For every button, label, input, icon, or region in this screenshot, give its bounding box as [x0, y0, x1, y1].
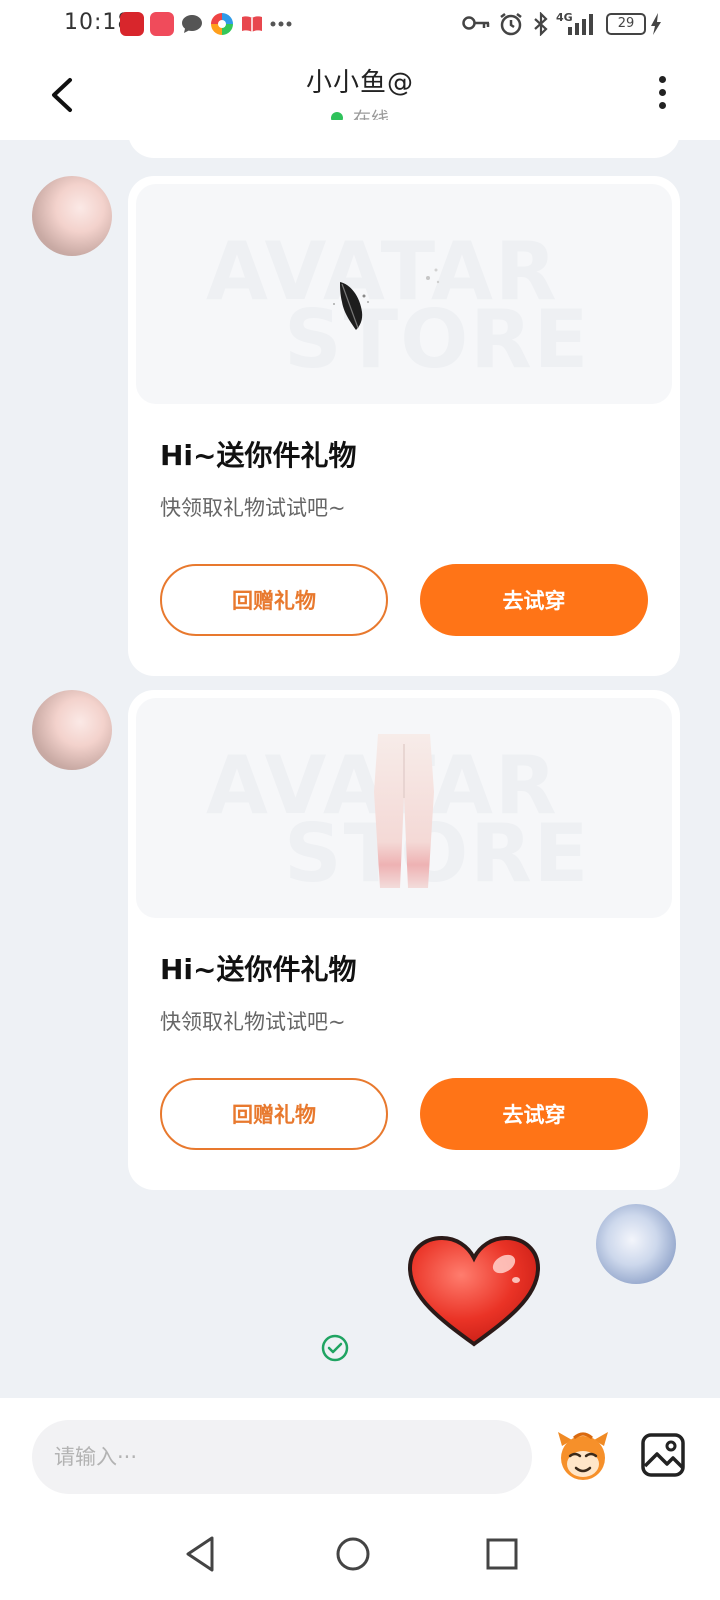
more-dots-icon	[270, 21, 292, 27]
return-gift-button[interactable]: 回赠礼物	[160, 1078, 388, 1150]
bluetooth-icon	[534, 12, 548, 36]
contact-avatar[interactable]	[32, 690, 112, 770]
heart-sticker-message[interactable]	[404, 1232, 544, 1352]
status-bar: 10:18 4G 29	[0, 0, 720, 48]
app-icon-2	[150, 12, 174, 36]
message-input[interactable]	[32, 1420, 532, 1494]
book-icon	[242, 16, 262, 32]
contact-avatar[interactable]	[32, 176, 112, 256]
triangle-back-icon	[186, 1536, 214, 1572]
nav-back-button[interactable]	[180, 1532, 224, 1576]
app-icon-1	[120, 12, 144, 36]
charging-icon	[651, 13, 661, 35]
my-avatar[interactable]	[596, 1204, 676, 1284]
alarm-icon	[500, 13, 522, 36]
gift-title: Hi~送你件礼物	[160, 439, 357, 472]
gift-card: AVATAR STORE Hi~送你件礼物 快领取礼物试试吧~ 回赠礼物 去试穿	[128, 176, 680, 676]
nav-home-button[interactable]	[331, 1532, 375, 1576]
battery-icon: 29	[606, 13, 646, 35]
gift-card: AVATAR STORE Hi~送你件礼物 快领取礼物试试吧~ 回赠礼物 去试穿	[128, 690, 680, 1190]
gift-subtitle: 快领取礼物试试吧~	[160, 1010, 346, 1034]
dot-icon	[658, 76, 666, 83]
gift-subtitle: 快领取礼物试试吧~	[160, 496, 346, 520]
sparkle-icon	[426, 268, 440, 284]
square-recents-icon	[486, 1538, 518, 1570]
emoji-button[interactable]	[552, 1424, 614, 1486]
pants-icon	[374, 734, 434, 888]
system-nav-bar	[0, 1508, 720, 1600]
mascot-emoji-icon	[558, 1432, 608, 1480]
contact-name: 小小鱼@	[305, 68, 414, 98]
pinwheel-icon	[211, 13, 233, 35]
gift-preview: AVATAR STORE	[136, 698, 672, 918]
heart-icon	[407, 1235, 541, 1347]
more-options-button[interactable]	[644, 76, 680, 120]
gift-title: Hi~送你件礼物	[160, 953, 357, 986]
try-on-button[interactable]: 去试穿	[420, 1078, 648, 1150]
previous-message-card	[128, 120, 680, 158]
circle-home-icon	[336, 1537, 370, 1571]
nav-recents-button[interactable]	[480, 1532, 524, 1576]
try-on-button[interactable]: 去试穿	[420, 564, 648, 636]
watermark-line-2: STORE	[284, 807, 591, 900]
input-bar	[0, 1398, 720, 1508]
dot-icon	[658, 102, 666, 109]
gift-preview: AVATAR STORE	[136, 184, 672, 404]
image-icon	[641, 1433, 685, 1477]
sent-check-icon	[321, 1334, 349, 1362]
feather-icon	[333, 282, 369, 330]
image-button[interactable]	[640, 1432, 686, 1478]
battery-level: 29	[617, 16, 635, 31]
signal-icon	[568, 14, 593, 35]
return-gift-button[interactable]: 回赠礼物	[160, 564, 388, 636]
key-icon	[462, 16, 490, 30]
message-icon	[182, 15, 202, 33]
dot-icon	[658, 89, 666, 96]
